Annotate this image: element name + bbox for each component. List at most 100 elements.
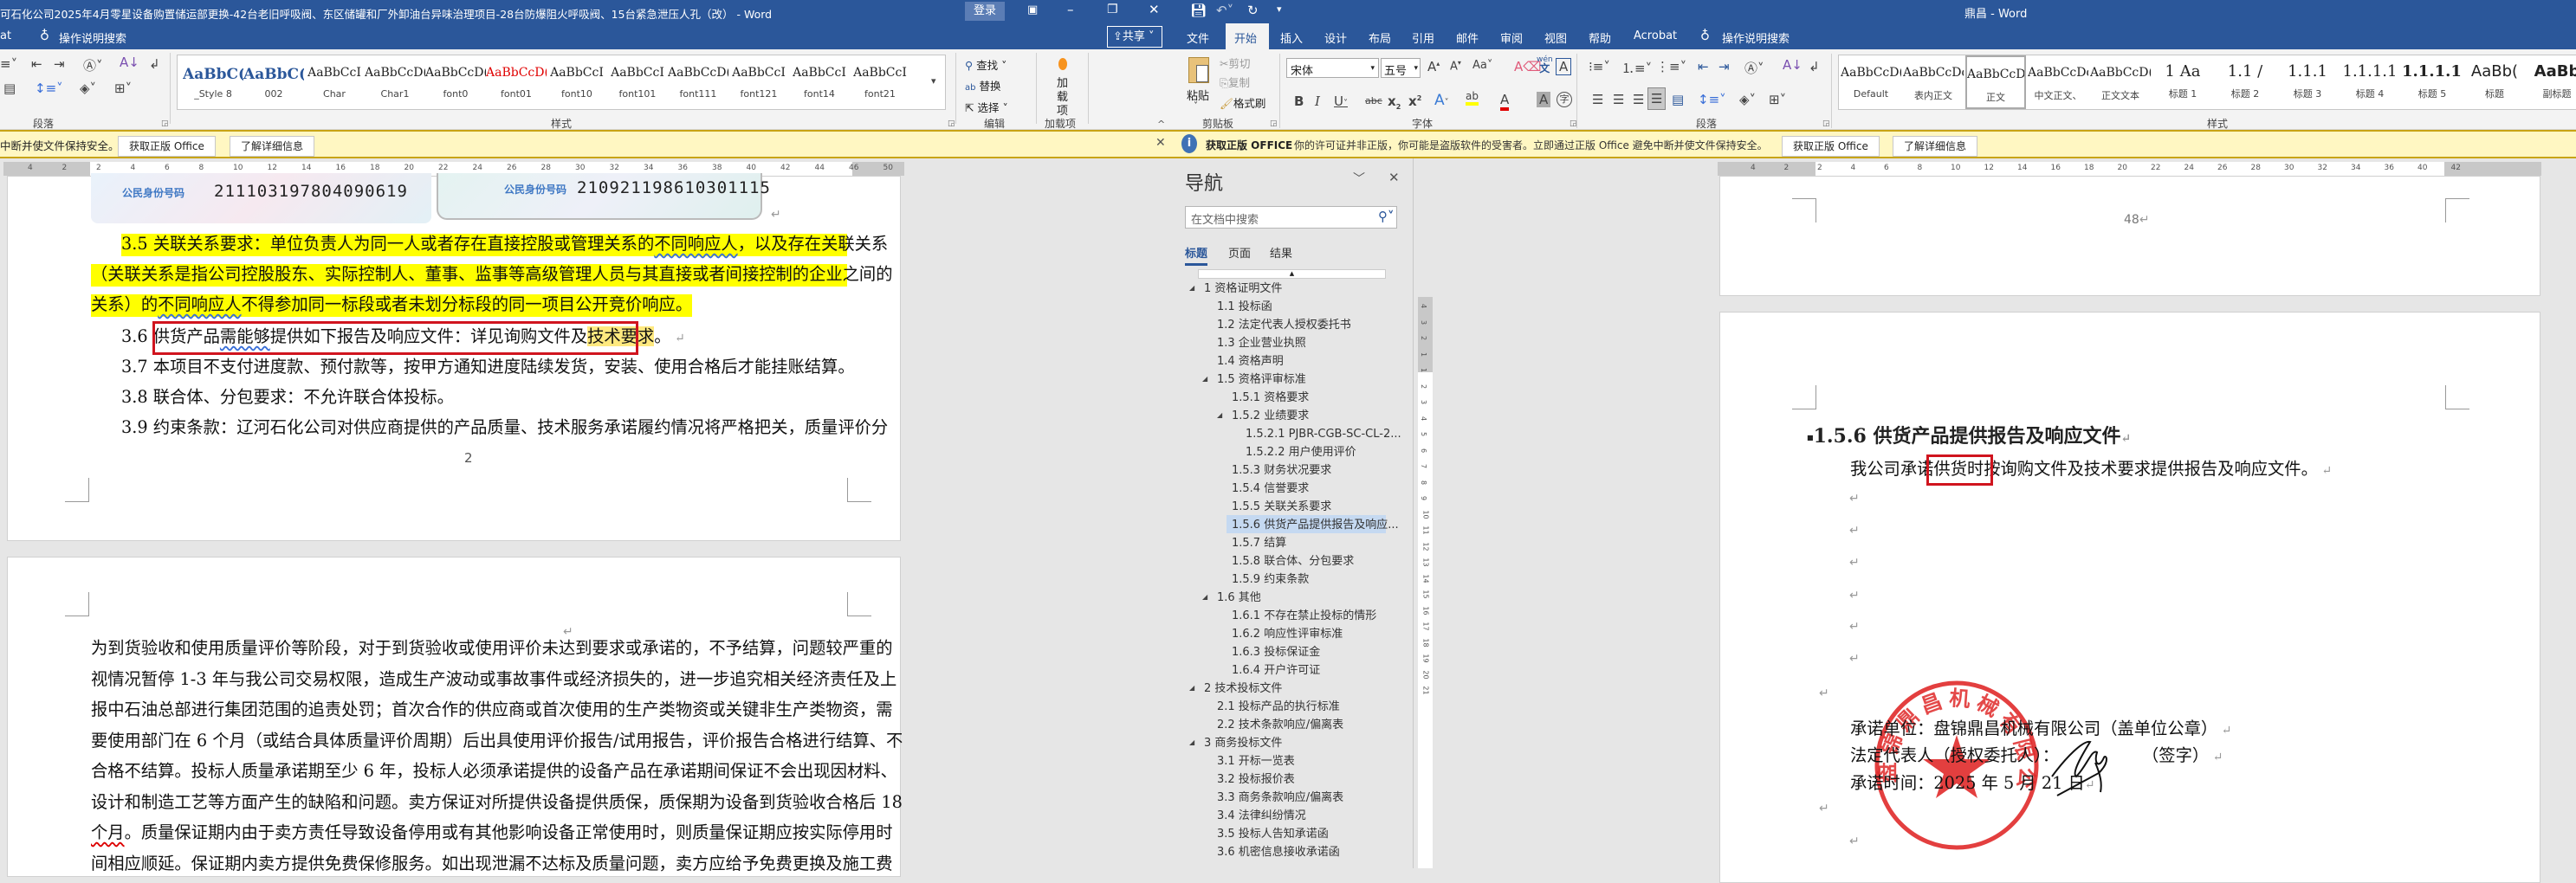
shrink-font-icon[interactable]: A▾ xyxy=(1450,59,1461,73)
restore-icon[interactable]: ❐ xyxy=(1107,3,1118,16)
tab-8[interactable]: 视图 xyxy=(1544,29,1567,46)
tab-7[interactable]: 审阅 xyxy=(1500,29,1523,46)
tab-9[interactable]: 帮助 xyxy=(1589,29,1611,46)
style-item[interactable]: AaBbCcI Char xyxy=(304,55,365,109)
nav-heading-item[interactable]: 3.6 机密信息接收承诺函 xyxy=(1217,843,1340,861)
nav-scroll-up-button[interactable]: ▲ xyxy=(1198,269,1386,279)
nav-heading-item[interactable]: 1.5.7 结算 xyxy=(1232,534,1286,552)
paste-icon[interactable] xyxy=(1188,57,1209,83)
customize-qat-icon[interactable]: ▾ xyxy=(1277,3,1282,15)
style-item[interactable]: AaBbCcI font21 xyxy=(850,55,910,109)
borders-icon[interactable]: ⊞˅ xyxy=(114,81,132,96)
decrease-indent-icon[interactable]: ⇤ xyxy=(31,56,42,72)
learn-more-button[interactable]: 了解详细信息 xyxy=(1893,136,1978,157)
line-spacing-icon[interactable]: ↕≡˅ xyxy=(35,81,63,96)
style-item[interactable]: AaBbCcI font121 xyxy=(728,55,789,109)
tab-0[interactable]: 文件 xyxy=(1187,29,1209,46)
nav-heading-item[interactable]: 1.5.9 约束条款 xyxy=(1232,570,1309,589)
strikethrough-icon[interactable]: abc xyxy=(1365,95,1382,106)
tab-10[interactable]: Acrobat xyxy=(1634,29,1677,42)
clipboard-launcher-icon[interactable]: ◲ xyxy=(1270,119,1278,128)
style-item[interactable]: 1.1.1.1 标题 4 xyxy=(2340,55,2400,109)
nav-heading-item[interactable]: 3 商务投标文件 xyxy=(1204,734,1282,752)
style-item[interactable]: 1.1.1 标题 3 xyxy=(2277,55,2338,109)
paste-dropdown-icon[interactable]: ˅ xyxy=(1194,101,1198,111)
decrease-indent-icon[interactable]: ⇤ xyxy=(1698,59,1709,74)
redo-icon[interactable]: ↻ xyxy=(1247,3,1259,18)
distributed-icon[interactable]: ▤ xyxy=(3,81,16,96)
style-item[interactable]: AaBbC(002 xyxy=(243,55,304,109)
close-icon[interactable]: ✕ xyxy=(1149,2,1160,17)
style-item[interactable]: AaBbCcD(正文文本 xyxy=(2090,55,2151,109)
expand-triangle-icon[interactable]: ◢ xyxy=(1189,684,1194,692)
nav-close-icon[interactable]: ✕ xyxy=(1388,170,1400,185)
sort-icon[interactable]: A↓ xyxy=(1783,57,1803,73)
undo-icon[interactable]: ↶˅ xyxy=(1216,3,1233,18)
expand-triangle-icon[interactable]: ◢ xyxy=(1217,411,1222,419)
nav-heading-item[interactable]: 1.6.2 响应性评审标准 xyxy=(1232,625,1343,643)
line-spacing-icon[interactable]: ↕≡˅ xyxy=(1698,92,1726,107)
nav-heading-item[interactable]: 2.1 投标产品的执行标准 xyxy=(1217,698,1340,716)
align-center-icon[interactable]: ☰ xyxy=(1613,92,1624,107)
nav-heading-item[interactable]: 2.2 技术条款响应/偏离表 xyxy=(1217,716,1343,734)
nav-options-chevron-icon[interactable]: ﹀ xyxy=(1353,170,1365,187)
nav-tab-headings[interactable]: 标题 xyxy=(1185,244,1207,261)
borders-icon[interactable]: ⊞˅ xyxy=(1769,92,1786,107)
tell-me-search[interactable]: 操作说明搜索 xyxy=(1722,29,1790,46)
nav-heading-item[interactable]: 3.5 投标人告知承诺函 xyxy=(1217,825,1329,843)
increase-indent-icon[interactable]: ⇥ xyxy=(1718,59,1730,74)
replace-button[interactable]: ab 替换 xyxy=(965,77,1000,93)
tab-3[interactable]: 设计 xyxy=(1324,29,1347,46)
copy-button[interactable]: ⎘复制 xyxy=(1220,74,1250,90)
learn-more-button[interactable]: 了解详细信息 xyxy=(230,136,315,157)
style-item[interactable]: AaBb(标题 xyxy=(2464,55,2525,109)
style-item[interactable]: AaBbCcDdI 表内正文 xyxy=(1903,55,1964,109)
tab-1[interactable]: 开始 xyxy=(1234,29,1257,46)
subscript-icon[interactable]: x2 xyxy=(1388,93,1401,111)
list-dropdown-icon[interactable]: ≡˅ xyxy=(0,56,17,72)
right-horizontal-ruler[interactable]: 4 2 2 4 6 8 10 12 14 16 18 20 22 24 26 28 30 32 34 36 40 42 xyxy=(1718,162,2541,176)
nav-heading-item[interactable]: 1.6.4 开户许可证 xyxy=(1232,661,1320,680)
character-border-icon[interactable]: A xyxy=(1556,58,1572,75)
distributed-icon[interactable]: ▤ xyxy=(1672,92,1684,107)
font-name-select[interactable]: 宋体 ▾ xyxy=(1286,58,1379,78)
style-item[interactable]: AaBbCcD 正文 xyxy=(1965,55,2026,109)
paragraph-launcher-icon[interactable]: ◲ xyxy=(161,119,169,128)
nav-heading-item[interactable]: 1.2 法定代表人授权委托书 xyxy=(1217,316,1351,334)
character-shading-icon[interactable]: A xyxy=(1537,92,1551,107)
style-item[interactable]: AaBbCcD(Char1 xyxy=(365,55,425,109)
align-right-icon[interactable]: ☰ xyxy=(1633,92,1644,107)
underline-icon[interactable]: U˅ xyxy=(1334,93,1348,109)
bullets-icon[interactable]: ⁝≡˅ xyxy=(1589,59,1610,74)
numbering-icon[interactable]: ⒈≡˅ xyxy=(1621,59,1652,77)
nav-heading-item[interactable]: 1.6.3 投标保证金 xyxy=(1232,643,1320,661)
text-direction-icon[interactable]: Ⓐ˅ xyxy=(1744,59,1764,77)
signin-button[interactable]: 登录 xyxy=(965,2,1005,21)
tab-5[interactable]: 引用 xyxy=(1412,29,1434,46)
style-item[interactable]: AaBbCcI font101 xyxy=(607,55,668,109)
shading-icon[interactable]: ◈˅ xyxy=(1739,92,1756,107)
nav-heading-item[interactable]: 1.5.5 关联关系要求 xyxy=(1232,498,1331,516)
nav-search-input[interactable]: 在文档中搜索 ⚲˅ xyxy=(1185,206,1397,229)
style-item[interactable]: AaBbCcI font14 xyxy=(789,55,850,109)
nav-heading-item[interactable]: 1.5.3 财务状况要求 xyxy=(1232,461,1331,480)
tell-me-search[interactable]: 操作说明搜索 xyxy=(59,29,126,46)
nav-heading-item[interactable]: 1.6.1 不存在禁止投标的情形 xyxy=(1232,607,1376,625)
search-icon[interactable]: ⚲˅ xyxy=(1378,209,1395,224)
styles-launcher-icon[interactable]: ◲ xyxy=(948,119,955,128)
nav-heading-item[interactable]: 3.1 开标一览表 xyxy=(1217,752,1295,770)
nav-heading-item[interactable]: 1.5.6 供货产品提供报告及响应... xyxy=(1232,516,1399,534)
text-direction-icon[interactable]: Ⓐ˅ xyxy=(83,56,103,74)
collapse-ribbon-icon[interactable]: ^ xyxy=(1157,119,1165,130)
justify-icon[interactable]: ☰ xyxy=(1647,87,1667,110)
cut-button[interactable]: ✂剪切 xyxy=(1220,55,1251,71)
nav-heading-item[interactable]: 3.3 商务条款响应/偏离表 xyxy=(1217,789,1343,807)
show-marks-icon[interactable]: ↲ xyxy=(149,56,160,72)
style-item[interactable]: AaBb 副标题 xyxy=(2527,55,2576,109)
font-size-select[interactable]: 五号 ▾ xyxy=(1381,58,1421,78)
tab-6[interactable]: 邮件 xyxy=(1456,29,1479,46)
phonetic-guide-icon[interactable]: wén 文 xyxy=(1537,55,1553,74)
style-item[interactable]: AaBbCcI font10 xyxy=(547,55,607,109)
tab-2[interactable]: 插入 xyxy=(1280,29,1303,46)
superscript-icon[interactable]: x2 xyxy=(1408,93,1421,109)
